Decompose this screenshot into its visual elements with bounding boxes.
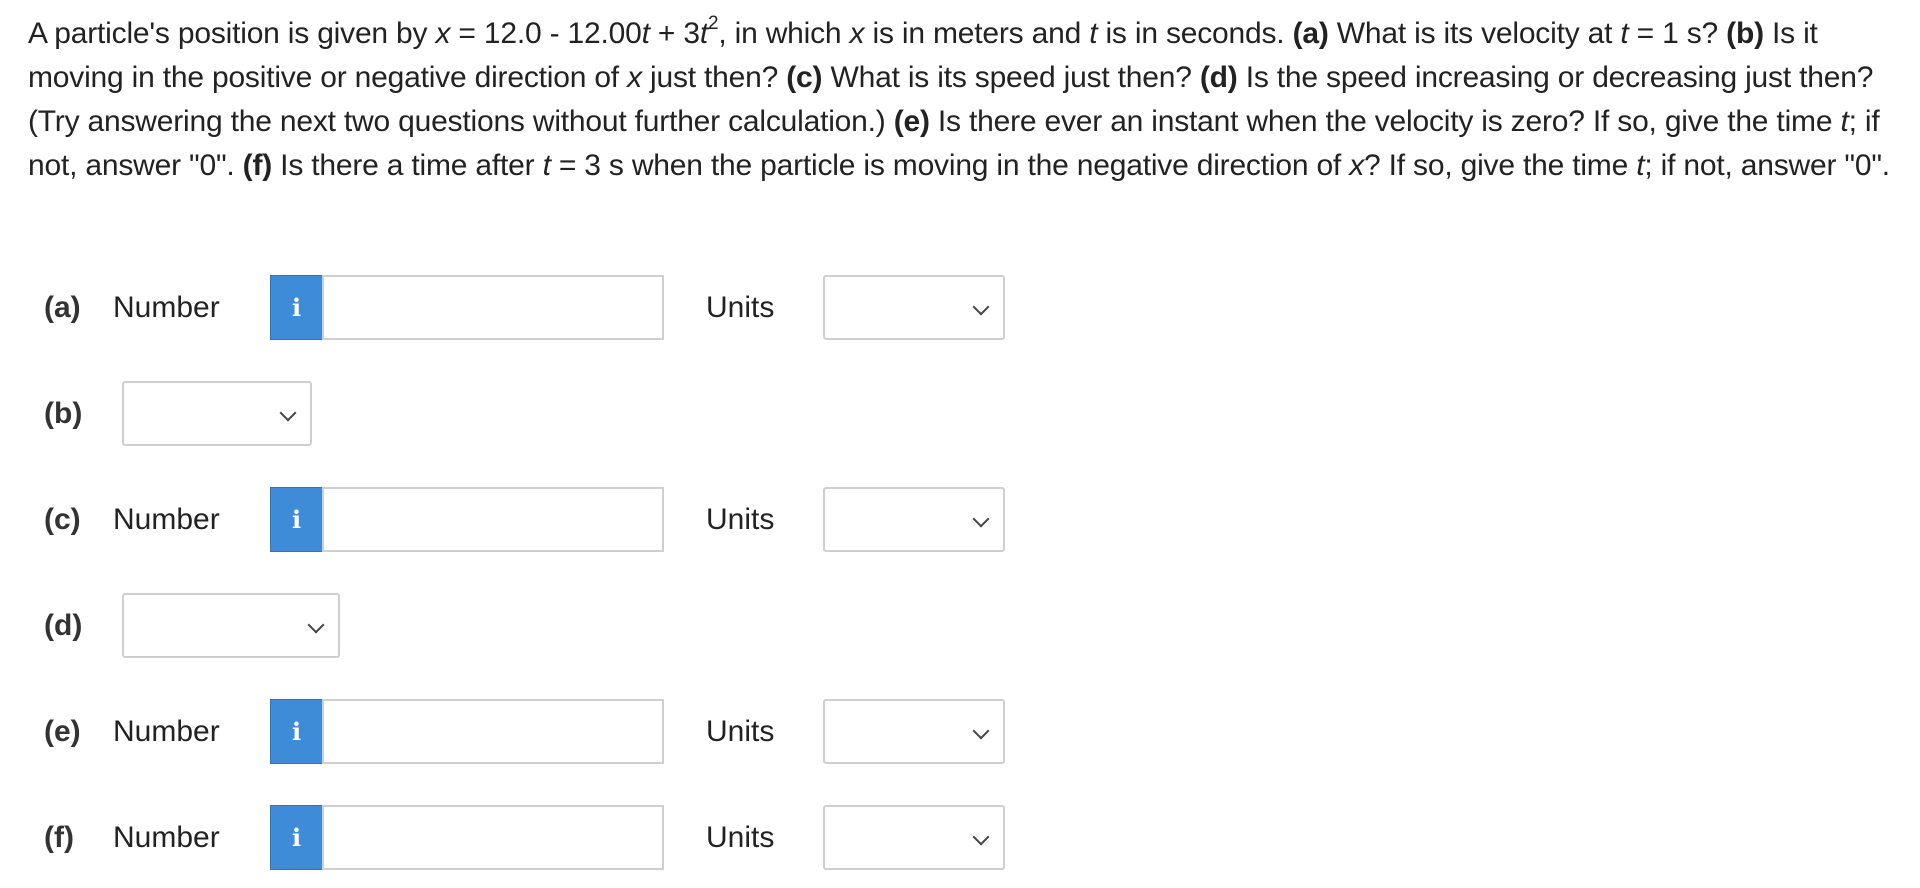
part-a-info-icon[interactable]: i bbox=[270, 275, 323, 340]
part-e-units-label: Units bbox=[706, 715, 775, 748]
part-d-speed-select[interactable] bbox=[122, 593, 340, 658]
part-f-number-label: Number bbox=[113, 821, 220, 854]
part-a-number-label: Number bbox=[113, 291, 220, 324]
part-c-number-input[interactable] bbox=[322, 487, 664, 552]
part-a-units-select[interactable] bbox=[823, 275, 1005, 340]
part-a-label: (a) bbox=[44, 291, 81, 324]
part-f-info-icon[interactable]: i bbox=[270, 805, 323, 870]
part-c-number-label: Number bbox=[113, 503, 220, 536]
part-e-label: (e) bbox=[44, 715, 81, 748]
part-e-number-label: Number bbox=[113, 715, 220, 748]
question-text: A particle's position is given by x = 12… bbox=[28, 13, 1890, 182]
part-c-units-select[interactable] bbox=[823, 487, 1005, 552]
part-e-number-input[interactable] bbox=[322, 699, 664, 764]
part-a-number-input[interactable] bbox=[322, 275, 664, 340]
part-f-units-select[interactable] bbox=[823, 805, 1005, 870]
part-c-info-icon[interactable]: i bbox=[270, 487, 323, 552]
part-b-direction-select[interactable] bbox=[122, 381, 312, 446]
part-f-label: (f) bbox=[44, 821, 74, 854]
problem-page: A particle's position is given by x = 12… bbox=[0, 0, 1920, 888]
part-d-label: (d) bbox=[44, 609, 83, 642]
part-c-label: (c) bbox=[44, 503, 81, 536]
part-f-number-input[interactable] bbox=[322, 805, 664, 870]
chevron-down-icon bbox=[307, 616, 325, 634]
chevron-down-icon bbox=[972, 828, 990, 846]
chevron-down-icon bbox=[972, 722, 990, 740]
part-f-units-label: Units bbox=[706, 821, 775, 854]
part-a-units-label: Units bbox=[706, 291, 775, 324]
part-e-info-icon[interactable]: i bbox=[270, 699, 323, 764]
chevron-down-icon bbox=[972, 298, 990, 316]
chevron-down-icon bbox=[279, 404, 297, 422]
part-b-label: (b) bbox=[44, 397, 83, 430]
chevron-down-icon bbox=[972, 510, 990, 528]
part-e-units-select[interactable] bbox=[823, 699, 1005, 764]
part-c-units-label: Units bbox=[706, 503, 775, 536]
